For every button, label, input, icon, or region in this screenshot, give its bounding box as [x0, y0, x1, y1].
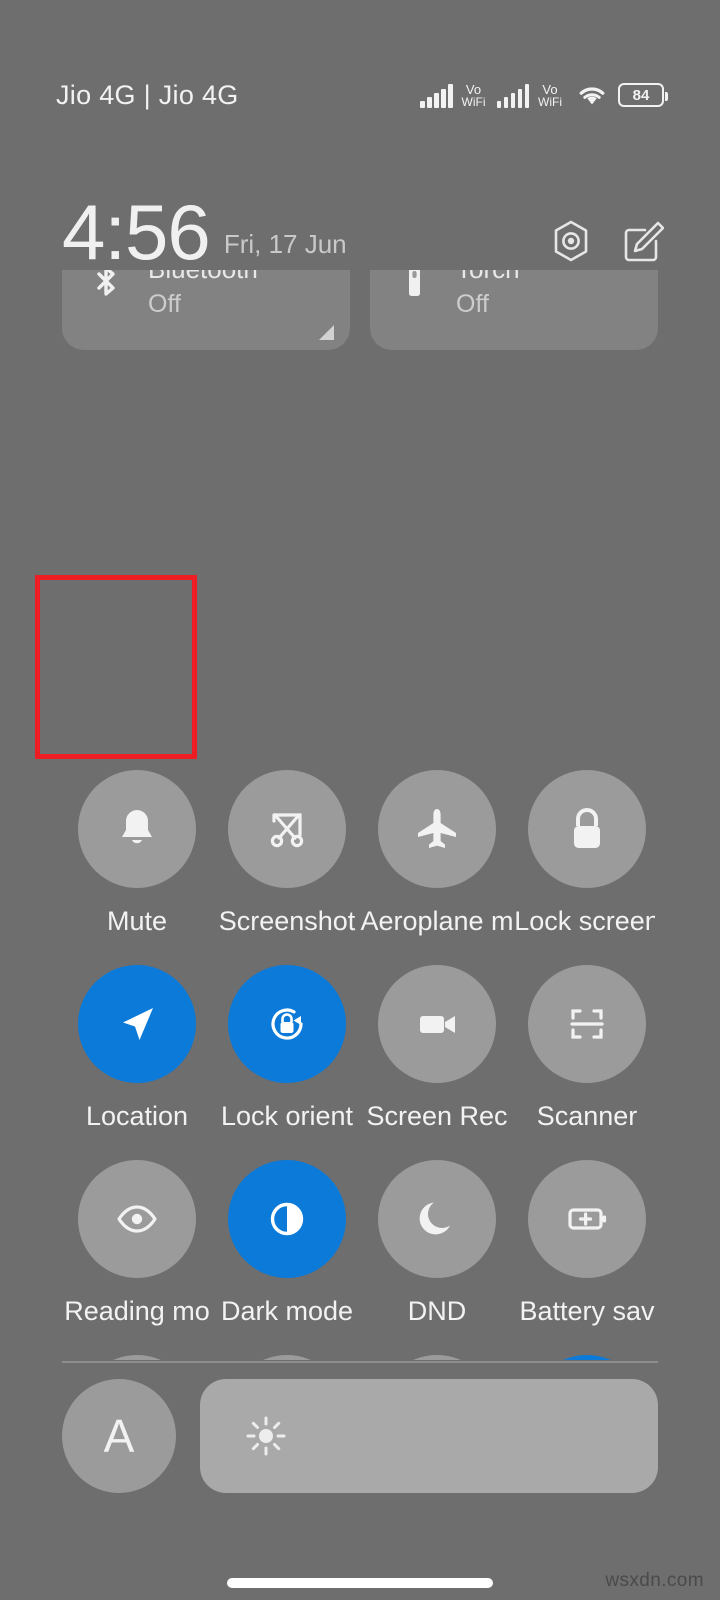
tile-card-title: Bluetooth [148, 270, 258, 285]
clock-header: 4:56 Fri, 17 Jun [0, 178, 720, 276]
brightness-slider[interactable] [200, 1379, 658, 1493]
tile-label: DND [407, 1296, 467, 1326]
tile-label: Scanner [536, 1101, 638, 1131]
tile-bubble[interactable] [228, 1355, 346, 1360]
tile-battery-saver[interactable]: Battery sav [512, 1160, 655, 1355]
tile-label: Reading mo [64, 1296, 210, 1326]
tile-dnd[interactable]: DND [362, 1160, 512, 1355]
tile-bubble[interactable] [378, 770, 496, 888]
tile-label: Screenshot [218, 906, 356, 936]
tile-cast[interactable]: Cast [212, 1355, 362, 1360]
tile-label: Lock orient [220, 1101, 354, 1131]
carrier-label: Jio 4G | Jio 4G [56, 79, 239, 110]
contrast-circle-icon [261, 1193, 313, 1245]
vowifi-label-sim1: Vo WiFi [461, 81, 486, 109]
tile-bubble[interactable] [228, 770, 346, 888]
tile-floating-window[interactable]: Floating wi [362, 1355, 512, 1360]
aeroplane-icon [411, 803, 463, 855]
location-arrow-icon [111, 998, 163, 1050]
tile-bubble[interactable] [78, 1355, 196, 1360]
tile-dark-mode[interactable]: Dark mode [212, 1160, 362, 1355]
tile-bubble[interactable] [378, 1355, 496, 1360]
expand-corner-icon[interactable] [319, 325, 334, 340]
expanded-tiles-row: Bluetooth Off Torch Off [62, 270, 658, 350]
moon-icon [411, 1193, 463, 1245]
quick-settings-grid-clip: Mute Screenshot Aeroplane m Lock screen … [0, 385, 655, 1360]
tile-reading-mode[interactable]: Reading mo [62, 1160, 212, 1355]
tile-card-title: Torch [456, 270, 520, 285]
tile-aeroplane-mode[interactable]: Aeroplane m [360, 770, 514, 965]
quick-settings-grid: Mute Screenshot Aeroplane m Lock screen … [62, 770, 655, 1360]
bluetooth-icon [88, 270, 124, 306]
tile-bubble[interactable] [378, 965, 496, 1083]
bell-icon [111, 803, 163, 855]
tile-bubble[interactable] [78, 1160, 196, 1278]
tile-bubble[interactable] [378, 1160, 496, 1278]
tile-lock-orientation[interactable]: Lock orient [212, 965, 362, 1160]
signal-bars-icon [420, 82, 453, 108]
tile-bubble[interactable] [78, 770, 196, 888]
tile-bubble[interactable] [528, 965, 646, 1083]
eye-icon [111, 1193, 163, 1245]
tile-label: Screen Rec [366, 1101, 508, 1131]
screenshot-icon [261, 803, 313, 855]
battery-plus-icon [561, 1193, 613, 1245]
tile-card-bluetooth[interactable]: Bluetooth Off [62, 270, 350, 350]
signal-bars-icon-2 [496, 82, 529, 108]
battery-level-label: 84 [632, 86, 650, 104]
watermark: wsxdn.com [605, 1570, 704, 1591]
brightness-row: A [62, 1379, 658, 1493]
wifi-icon [577, 83, 607, 107]
section-divider [62, 1361, 658, 1363]
tile-card-status: Off [148, 290, 181, 318]
tile-card-torch[interactable]: Torch Off [370, 270, 658, 350]
torch-icon [396, 270, 432, 306]
auto-brightness-label: A [103, 1410, 135, 1462]
tile-location[interactable]: Location [62, 965, 212, 1160]
tile-label: Lock screen [514, 906, 655, 936]
tile-bubble[interactable] [78, 965, 196, 1083]
scan-frame-icon [561, 998, 613, 1050]
tile-screenshot[interactable]: Screenshot [212, 770, 362, 965]
clock-time: 4:56 [62, 188, 211, 276]
tile-bubble[interactable] [528, 770, 646, 888]
tile-card-status: Off [456, 290, 489, 318]
edit-pencil-icon[interactable] [618, 218, 664, 264]
home-indicator[interactable] [227, 1578, 493, 1588]
rotation-lock-icon [261, 998, 313, 1050]
tile-bubble[interactable] [228, 965, 346, 1083]
tile-bubble[interactable] [228, 1160, 346, 1278]
clock-date: Fri, 17 Jun [223, 229, 347, 259]
tile-ultra-battery-saver[interactable]: Ultra batte [62, 1355, 212, 1360]
status-bar: Jio 4G | Jio 4G Vo WiFi Vo WiFi 84 [0, 0, 720, 170]
tile-label: Location [85, 1101, 189, 1131]
tile-label: Aeroplane m [360, 906, 514, 936]
tile-bubble[interactable] [528, 1355, 646, 1360]
tile-label: Mute [106, 906, 168, 936]
tile-mute[interactable]: Mute [62, 770, 212, 965]
auto-brightness-icon[interactable]: A [62, 1379, 176, 1493]
status-icons: Vo WiFi Vo WiFi 84 [420, 62, 668, 109]
tile-screen-recorder[interactable]: Screen Rec [362, 965, 512, 1160]
tile-label: Battery sav [519, 1296, 655, 1326]
settings-gear-icon[interactable] [548, 218, 594, 264]
tile-lock-screen[interactable]: Lock screen [512, 770, 655, 965]
lock-icon [561, 803, 613, 855]
tile-label: Dark mode [220, 1296, 354, 1326]
battery-icon: 84 [618, 83, 668, 107]
sun-icon [242, 1412, 290, 1460]
vowifi-label-sim2: Vo WiFi [538, 81, 562, 109]
tile-vibrate[interactable]: Vibrate [512, 1355, 655, 1360]
video-camera-icon [411, 998, 463, 1050]
tile-bubble[interactable] [528, 1160, 646, 1278]
tile-scanner[interactable]: Scanner [512, 965, 655, 1160]
